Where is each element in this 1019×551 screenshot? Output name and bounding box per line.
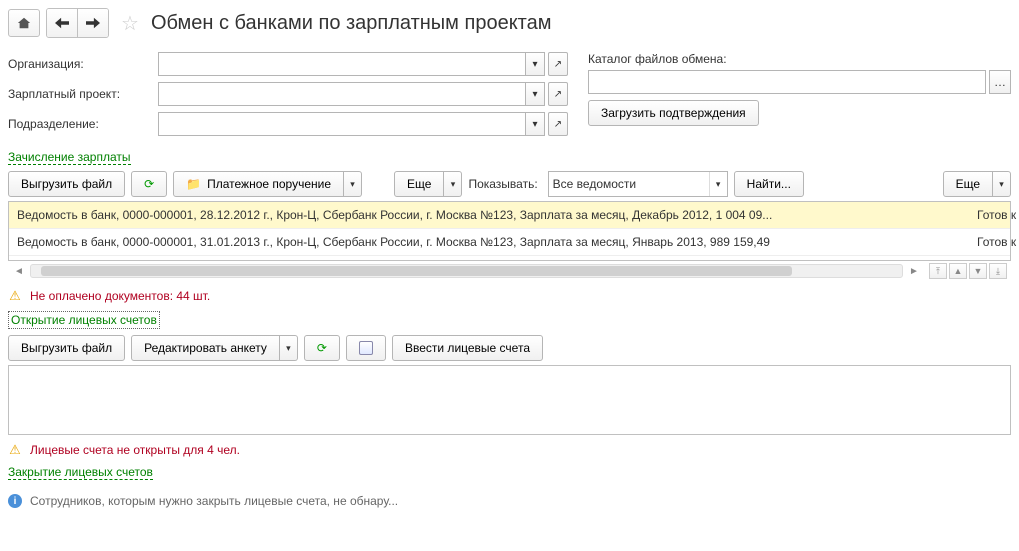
dept-label: Подразделение: — [8, 117, 158, 131]
section-salary-credit-link[interactable]: Зачисление зарплаты — [8, 150, 131, 165]
dept-dropdown-button[interactable]: ▾ — [525, 112, 545, 136]
show-filter-combo[interactable]: Все ведомости ▾ — [548, 171, 728, 197]
refresh-button[interactable]: ⟳ — [131, 171, 167, 197]
triangle-down-icon: ▼ — [974, 266, 983, 276]
refresh-icon: ⟳ — [144, 177, 154, 191]
table-row[interactable]: Ведомость в банк, 0000-000001, 31.01.201… — [9, 229, 1010, 256]
export-file-button[interactable]: Выгрузить файл — [8, 171, 125, 197]
chevron-down-icon: ▾ — [532, 89, 537, 100]
project-label: Зарплатный проект: — [8, 87, 158, 101]
enter-accounts-button[interactable]: Ввести лицевые счета — [392, 335, 543, 361]
load-confirmations-button[interactable]: Загрузить подтверждения — [588, 100, 759, 126]
forward-button[interactable] — [78, 9, 108, 37]
sort-top-button[interactable]: ⤒ — [929, 263, 947, 279]
find-button[interactable]: Найти... — [734, 171, 804, 197]
open-icon: ↗ — [554, 59, 562, 70]
row-status: Готов к выгрузке — [977, 235, 1019, 249]
chevron-down-icon: ▾ — [350, 179, 355, 190]
horizontal-scrollbar[interactable] — [30, 264, 903, 278]
home-icon — [17, 16, 31, 30]
catalog-input[interactable] — [588, 70, 986, 94]
warning-icon: ⚠ — [8, 289, 22, 303]
accounts-empty-list — [8, 365, 1011, 435]
org-input[interactable] — [158, 52, 525, 76]
folder-icon: 📁 — [186, 177, 201, 191]
catalog-browse-button[interactable]: … — [989, 70, 1011, 94]
refresh-icon: ⟳ — [317, 341, 327, 355]
arrow-left-icon — [55, 17, 69, 29]
warning-unpaid-text: Не оплачено документов: 44 шт. — [30, 289, 210, 303]
row-text: Ведомость в банк, 0000-000001, 31.01.201… — [17, 235, 957, 249]
sort-bottom-button[interactable]: ⤓ — [989, 263, 1007, 279]
project-input[interactable] — [158, 82, 525, 106]
chevron-down-icon: ▾ — [999, 179, 1004, 190]
warning-accounts-text: Лицевые счета не открыты для 4 чел. — [30, 443, 240, 457]
arrow-right-icon — [86, 17, 100, 29]
scroll-right-icon[interactable]: ► — [907, 266, 921, 277]
chevron-down-icon: ▾ — [532, 59, 537, 70]
show-label: Показывать: — [468, 177, 537, 191]
chevron-down-icon: ▾ — [286, 343, 291, 354]
home-button[interactable] — [8, 9, 40, 37]
bar-down-icon: ⤓ — [996, 266, 1000, 277]
open-icon: ↗ — [554, 89, 562, 100]
export-file-button-2[interactable]: Выгрузить файл — [8, 335, 125, 361]
info-icon: i — [8, 494, 22, 508]
catalog-label: Каталог файлов обмена: — [588, 52, 1011, 66]
doc-button[interactable] — [346, 335, 386, 361]
more-button-1[interactable]: Еще — [394, 171, 444, 197]
sort-up-button[interactable]: ▲ — [949, 263, 967, 279]
documents-table: Ведомость в банк, 0000-000001, 28.12.201… — [8, 201, 1011, 261]
more-dropdown-1[interactable]: ▾ — [444, 171, 462, 197]
back-button[interactable] — [47, 9, 78, 37]
section-close-accounts-link[interactable]: Закрытие лицевых счетов — [8, 465, 153, 480]
bar-up-icon: ⤒ — [936, 266, 940, 277]
org-dropdown-button[interactable]: ▾ — [525, 52, 545, 76]
org-open-button[interactable]: ↗ — [548, 52, 568, 76]
more-button-2[interactable]: Еще — [943, 171, 993, 197]
payment-order-button[interactable]: 📁 Платежное поручение — [173, 171, 344, 197]
more-dropdown-2[interactable]: ▾ — [993, 171, 1011, 197]
info-close-accounts-text: Сотрудников, которым нужно закрыть лицев… — [30, 494, 398, 508]
warning-icon: ⚠ — [8, 443, 22, 457]
refresh-button-2[interactable]: ⟳ — [304, 335, 340, 361]
dept-input[interactable] — [158, 112, 525, 136]
ellipsis-icon: … — [994, 75, 1006, 89]
triangle-up-icon: ▲ — [954, 266, 963, 276]
org-label: Организация: — [8, 57, 158, 71]
edit-profile-dropdown[interactable]: ▾ — [280, 335, 298, 361]
edit-profile-button[interactable]: Редактировать анкету — [131, 335, 280, 361]
page-title: Обмен с банками по зарплатным проектам — [151, 12, 552, 35]
project-open-button[interactable]: ↗ — [548, 82, 568, 106]
dept-open-button[interactable]: ↗ — [548, 112, 568, 136]
chevron-down-icon: ▾ — [716, 179, 721, 190]
sort-down-button[interactable]: ▼ — [969, 263, 987, 279]
row-status: Готов к выгрузке — [977, 208, 1019, 222]
favorite-star-icon[interactable]: ☆ — [121, 11, 139, 36]
row-text: Ведомость в банк, 0000-000001, 28.12.201… — [17, 208, 957, 222]
scroll-left-icon[interactable]: ◄ — [12, 266, 26, 277]
document-icon — [359, 341, 373, 355]
project-dropdown-button[interactable]: ▾ — [525, 82, 545, 106]
show-filter-dropdown[interactable]: ▾ — [709, 172, 727, 196]
payment-order-dropdown[interactable]: ▾ — [344, 171, 362, 197]
table-row[interactable]: Ведомость в банк, 0000-000001, 28.12.201… — [9, 202, 1010, 229]
open-icon: ↗ — [554, 119, 562, 130]
section-open-accounts-link[interactable]: Открытие лицевых счетов — [8, 311, 160, 329]
chevron-down-icon: ▾ — [451, 179, 456, 190]
chevron-down-icon: ▾ — [532, 119, 537, 130]
